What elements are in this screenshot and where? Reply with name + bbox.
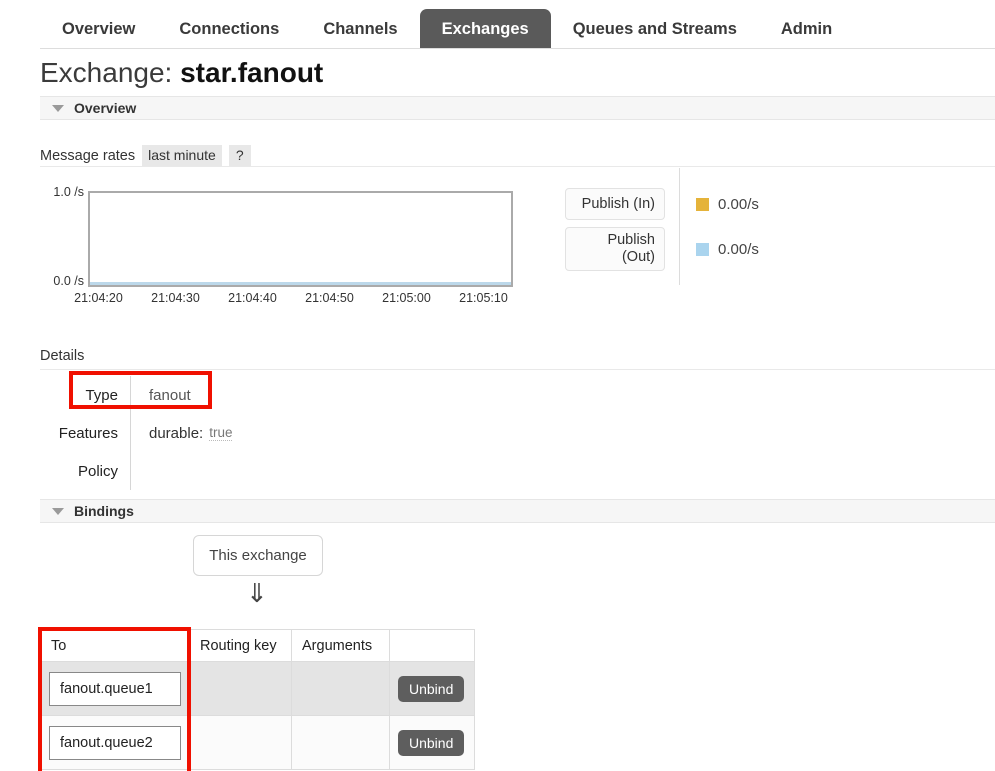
binding-arguments-cell bbox=[291, 715, 390, 770]
feature-value-durable: true bbox=[209, 425, 233, 441]
nav-tab-queues-and-streams[interactable]: Queues and Streams bbox=[551, 9, 759, 49]
x-axis-tick: 21:04:50 bbox=[305, 291, 354, 305]
details-key-features: Features bbox=[58, 424, 118, 442]
binding-routing-key-cell bbox=[189, 661, 292, 716]
queue-link[interactable]: fanout.queue2 bbox=[49, 725, 181, 760]
binding-to-cell: fanout.queue1 bbox=[40, 661, 190, 716]
feature-key-durable: durable: bbox=[149, 424, 204, 442]
page-title: Exchange: star.fanout bbox=[40, 57, 323, 89]
x-axis-tick: 21:04:40 bbox=[228, 291, 277, 305]
legend-row: Publish (In) 0.00/s bbox=[565, 168, 840, 240]
bindings-table: To Routing key Arguments fanout.queue1 Un… bbox=[40, 629, 475, 770]
y-axis-tick-min: 0.0 /s bbox=[53, 274, 84, 288]
section-header-overview[interactable]: Overview bbox=[40, 96, 995, 120]
double-down-arrow-icon: ⇓ bbox=[246, 578, 268, 608]
section-header-bindings[interactable]: Bindings bbox=[40, 499, 995, 523]
help-icon[interactable]: ? bbox=[228, 145, 251, 166]
column-header-arguments[interactable]: Arguments bbox=[291, 629, 390, 662]
column-header-routing-key[interactable]: Routing key bbox=[189, 629, 292, 662]
message-rates-label: Message rates bbox=[40, 147, 136, 164]
nav-underline bbox=[40, 48, 995, 49]
details-row-policy: Policy bbox=[40, 452, 460, 490]
chart-legend: Publish (In) 0.00/s Publish (Out) 0.00/s bbox=[565, 168, 840, 285]
section-header-bindings-label: Bindings bbox=[74, 503, 134, 519]
rabbitmq-management-page: Overview Connections Channels Exchanges Queu… bbox=[0, 0, 995, 771]
chevron-down-icon bbox=[52, 507, 64, 515]
legend-rate-text: 0.00/s bbox=[718, 240, 759, 258]
unbind-button[interactable]: Unbind bbox=[398, 729, 465, 756]
rate-period-selector[interactable]: last minute bbox=[142, 145, 222, 166]
details-label: Details bbox=[40, 348, 85, 364]
legend-value: 0.00/s bbox=[696, 241, 759, 258]
queue-link[interactable]: fanout.queue1 bbox=[49, 671, 181, 706]
page-title-prefix: Exchange: bbox=[40, 57, 173, 88]
binding-action-cell: Unbind bbox=[389, 661, 475, 716]
x-axis-ticks: 21:04:20 21:04:30 21:04:40 21:04:50 21:05:00… bbox=[60, 291, 540, 305]
table-row: fanout.queue1 Unbind bbox=[40, 661, 475, 716]
nav-tab-connections[interactable]: Connections bbox=[157, 9, 301, 49]
column-header-actions bbox=[389, 629, 475, 662]
legend-divider bbox=[679, 213, 680, 285]
nav-tab-admin[interactable]: Admin bbox=[759, 9, 854, 49]
binding-to-cell: fanout.queue2 bbox=[40, 715, 190, 770]
chart-plot-area bbox=[88, 191, 513, 287]
details-key-type: Type bbox=[85, 386, 118, 404]
main-navigation: Overview Connections Channels Exchanges Queu… bbox=[0, 0, 995, 49]
details-table: Type fanout Features durable: true Polic… bbox=[40, 376, 460, 490]
binding-routing-key-cell bbox=[189, 715, 292, 770]
x-axis-tick: 21:05:10 bbox=[459, 291, 508, 305]
table-header-row: To Routing key Arguments bbox=[40, 629, 475, 662]
section-header-overview-label: Overview bbox=[74, 100, 137, 116]
binding-arguments-cell bbox=[291, 661, 390, 716]
x-axis-tick: 21:04:20 bbox=[74, 291, 123, 305]
binding-action-cell: Unbind bbox=[389, 715, 475, 770]
page-title-name: star.fanout bbox=[180, 57, 324, 88]
legend-rate-text: 0.00/s bbox=[718, 195, 759, 213]
nav-tab-list: Overview Connections Channels Exchanges Queu… bbox=[40, 0, 854, 49]
table-row: fanout.queue2 Unbind bbox=[40, 715, 475, 770]
series-line-publish-out bbox=[90, 282, 511, 285]
details-row-features: Features durable: true bbox=[40, 414, 460, 452]
legend-color-swatch bbox=[696, 242, 709, 256]
details-value-type: fanout bbox=[130, 376, 460, 414]
x-axis-tick: 21:04:30 bbox=[151, 291, 200, 305]
message-rates-bar: Message rates last minute ? bbox=[40, 145, 995, 167]
legend-button-publish-out[interactable]: Publish (Out) bbox=[565, 227, 665, 271]
column-header-to[interactable]: To bbox=[40, 629, 190, 662]
details-value-features: durable: true bbox=[130, 414, 460, 452]
legend-color-swatch bbox=[696, 197, 709, 211]
x-axis-tick: 21:05:00 bbox=[382, 291, 431, 305]
details-row-type: Type fanout bbox=[40, 376, 460, 414]
chevron-down-icon bbox=[52, 104, 64, 112]
y-axis-tick-max: 1.0 /s bbox=[53, 185, 84, 199]
this-exchange-button[interactable]: This exchange bbox=[193, 535, 323, 576]
unbind-button[interactable]: Unbind bbox=[398, 675, 465, 702]
legend-value: 0.00/s bbox=[696, 196, 759, 213]
legend-button-publish-in[interactable]: Publish (In) bbox=[565, 188, 665, 220]
details-key-policy: Policy bbox=[77, 462, 118, 480]
nav-tab-channels[interactable]: Channels bbox=[301, 9, 419, 49]
nav-tab-overview[interactable]: Overview bbox=[40, 9, 157, 49]
legend-row: Publish (Out) 0.00/s bbox=[565, 213, 840, 285]
details-divider bbox=[40, 369, 995, 370]
nav-tab-exchanges[interactable]: Exchanges bbox=[419, 9, 551, 49]
details-value-policy bbox=[130, 452, 460, 490]
